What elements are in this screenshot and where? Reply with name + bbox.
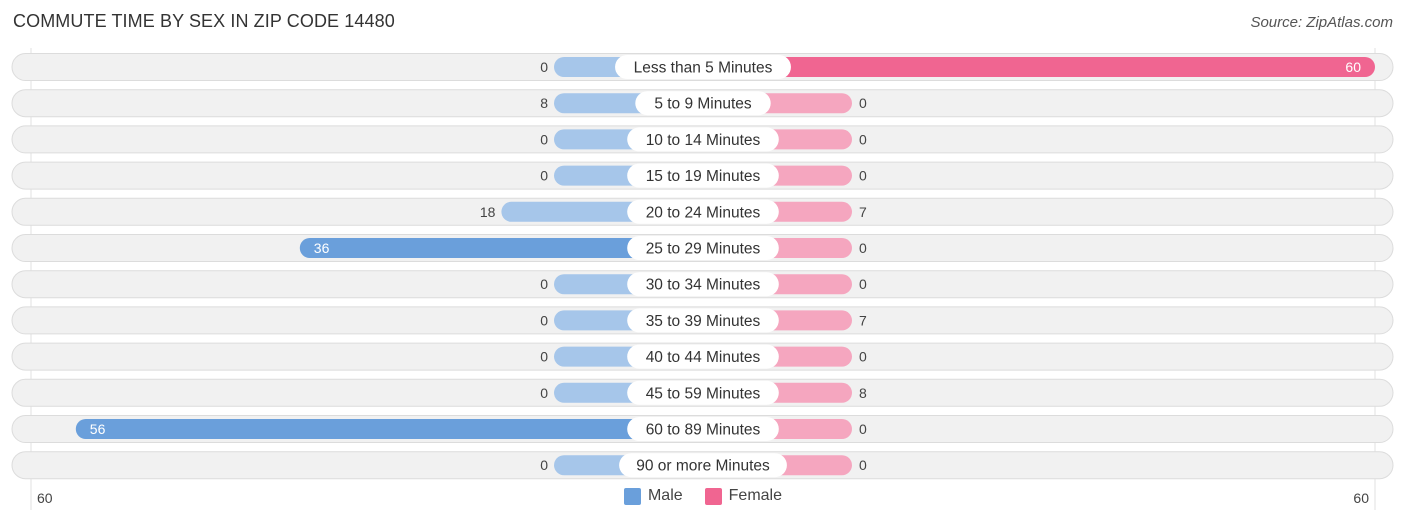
value-label-female: 0 [859,421,867,437]
value-label-female: 0 [859,349,867,365]
category-label: 35 to 39 Minutes [646,313,761,330]
bar-female [703,57,1375,77]
category-label: 20 to 24 Minutes [646,204,761,221]
value-label-female: 0 [859,95,867,111]
value-label-male: 0 [540,385,548,401]
value-label-female: 8 [859,385,867,401]
legend-label-male: Male [647,487,683,504]
category-label: 5 to 9 Minutes [654,96,752,113]
legend-item-male: Male [623,487,683,505]
legend-item-female: Female [704,487,783,505]
value-label-female: 0 [859,457,867,473]
value-label-male: 0 [540,276,548,292]
value-label-female: 0 [859,131,867,147]
value-label-male: 0 [540,312,548,328]
bar-male [75,419,704,439]
category-label: 25 to 29 Minutes [646,241,761,258]
category-label: 10 to 14 Minutes [646,132,761,149]
legend: Male Female [0,487,1406,505]
value-label-female: 0 [859,276,867,292]
legend-swatch-female [704,487,722,505]
value-label-male: 8 [540,95,548,111]
legend-swatch-male [623,487,641,505]
category-label: Less than 5 Minutes [634,60,773,77]
value-label-female: 0 [859,168,867,184]
category-label: 60 to 89 Minutes [646,422,761,439]
category-label: 90 or more Minutes [636,458,770,475]
value-label-female: 7 [859,312,867,328]
category-label: 15 to 19 Minutes [646,168,761,185]
value-label-male: 0 [540,349,548,365]
value-label-male: 0 [540,131,548,147]
category-label: 40 to 44 Minutes [646,349,761,366]
value-label-male: 0 [540,168,548,184]
category-label: 45 to 59 Minutes [646,385,761,402]
value-label-female: 7 [859,204,867,220]
value-label-male: 36 [314,240,330,256]
legend-label-female: Female [728,487,783,504]
value-label-male: 0 [540,457,548,473]
value-label-female: 60 [1345,59,1361,75]
category-label: 30 to 34 Minutes [646,277,761,294]
value-label-male: 0 [540,59,548,75]
value-label-male: 18 [480,204,496,220]
chart-area: Less than 5 Minutes 0 60 5 to 9 Minutes 8 0 10… [11,48,1394,510]
value-label-male: 56 [90,421,106,437]
value-label-female: 0 [859,240,867,256]
